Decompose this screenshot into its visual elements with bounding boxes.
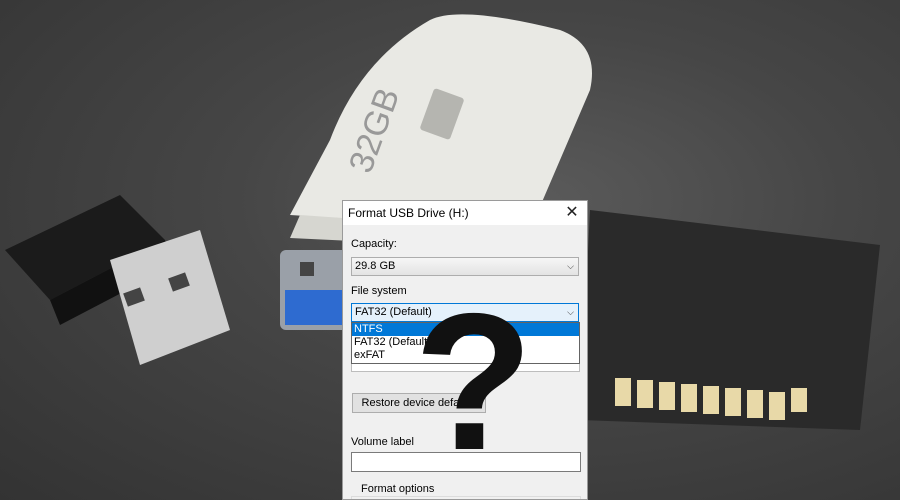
- chevron-down-icon: ⌵: [567, 307, 574, 317]
- volume-label-label: Volume label: [351, 436, 414, 448]
- option-exfat[interactable]: exFAT: [352, 349, 579, 362]
- file-system-label: File system: [351, 285, 407, 297]
- close-icon[interactable]: ✕: [557, 201, 587, 225]
- chevron-down-icon: ⌵: [567, 261, 574, 271]
- format-dialog: Format USB Drive (H:) ✕ Capacity: 29.8 G…: [342, 200, 588, 500]
- file-system-select[interactable]: FAT32 (Default) ⌵: [351, 303, 579, 322]
- title-bar: Format USB Drive (H:) ✕: [343, 201, 587, 225]
- sd-card: [580, 210, 880, 430]
- format-options-label: Format options: [359, 483, 437, 495]
- black-usb-stick: [5, 195, 230, 365]
- allocation-unit-select: [351, 364, 580, 372]
- format-options-group: [351, 496, 581, 499]
- volume-label-input[interactable]: [351, 452, 581, 472]
- option-ntfs[interactable]: NTFS: [352, 323, 579, 336]
- file-system-dropdown-list: NTFS FAT32 (Default) exFAT: [351, 322, 580, 364]
- restore-defaults-button[interactable]: Restore device defaults: [352, 393, 486, 413]
- capacity-label: Capacity:: [351, 238, 397, 250]
- file-system-value: FAT32 (Default): [355, 306, 432, 318]
- capacity-select[interactable]: 29.8 GB ⌵: [351, 257, 579, 276]
- dialog-title: Format USB Drive (H:): [348, 206, 469, 220]
- capacity-value: 29.8 GB: [355, 260, 396, 272]
- option-fat32[interactable]: FAT32 (Default): [352, 336, 579, 349]
